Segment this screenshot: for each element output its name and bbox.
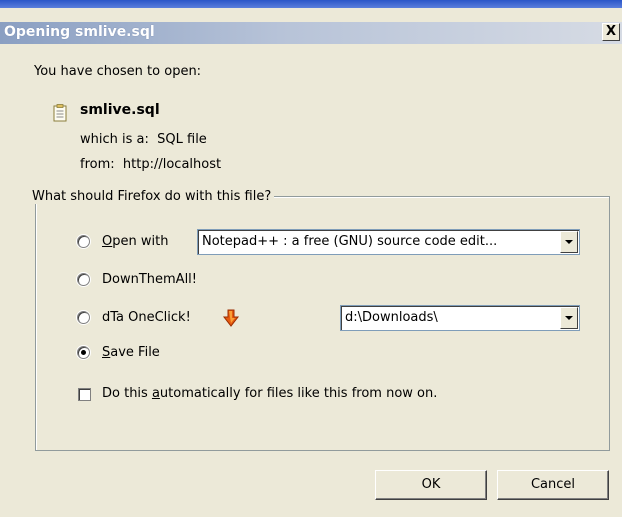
auto-action-label[interactable]: Do this automatically for files like thi…	[102, 386, 437, 401]
source-row: from: http://localhost	[80, 157, 221, 172]
dta-folder-select[interactable]: d:\Downloads\	[340, 305, 580, 331]
file-type-label: which is a:	[80, 132, 149, 147]
open-with-dropdown-button[interactable]	[560, 231, 578, 253]
source-label: from:	[80, 157, 115, 172]
chevron-down-icon	[565, 316, 573, 320]
open-with-app-value: Notepad++ : a free (GNU) source code edi…	[202, 234, 498, 249]
downthemall-label[interactable]: DownThemAll!	[102, 272, 197, 287]
save-file-radio[interactable]	[77, 346, 90, 359]
dta-arrow-icon	[222, 309, 240, 327]
downthemall-radio[interactable]	[77, 273, 90, 286]
dta-folder-value: d:\Downloads\	[345, 310, 438, 325]
source-url: http://localhost	[122, 157, 222, 172]
dta-oneclick-label[interactable]: dTa OneClick!	[102, 310, 191, 325]
window-title: Opening smlive.sql	[4, 24, 155, 40]
file-type-row: which is a: SQL file	[80, 132, 207, 147]
ok-button[interactable]: OK	[375, 470, 487, 500]
open-with-label[interactable]: Open with	[102, 234, 168, 249]
file-type-value: SQL file	[157, 132, 207, 147]
file-icon	[53, 104, 67, 122]
action-group-label: What should Firefox do with this file?	[31, 189, 275, 204]
title-bar: Opening smlive.sql X	[0, 0, 622, 44]
open-with-radio[interactable]	[77, 235, 90, 248]
open-with-app-select[interactable]: Notepad++ : a free (GNU) source code edi…	[197, 229, 580, 255]
title-bar-top-strip	[0, 0, 622, 8]
dta-folder-dropdown-button[interactable]	[560, 307, 578, 329]
chevron-down-icon	[565, 240, 573, 244]
open-prompt: You have chosen to open:	[34, 64, 202, 79]
cancel-button[interactable]: Cancel	[497, 470, 609, 500]
auto-action-checkbox[interactable]	[78, 388, 91, 401]
file-name: smlive.sql	[80, 102, 160, 118]
close-button[interactable]: X	[602, 23, 620, 41]
close-icon: X	[605, 24, 617, 39]
save-file-label[interactable]: Save File	[102, 345, 160, 360]
dta-oneclick-radio[interactable]	[77, 311, 90, 324]
